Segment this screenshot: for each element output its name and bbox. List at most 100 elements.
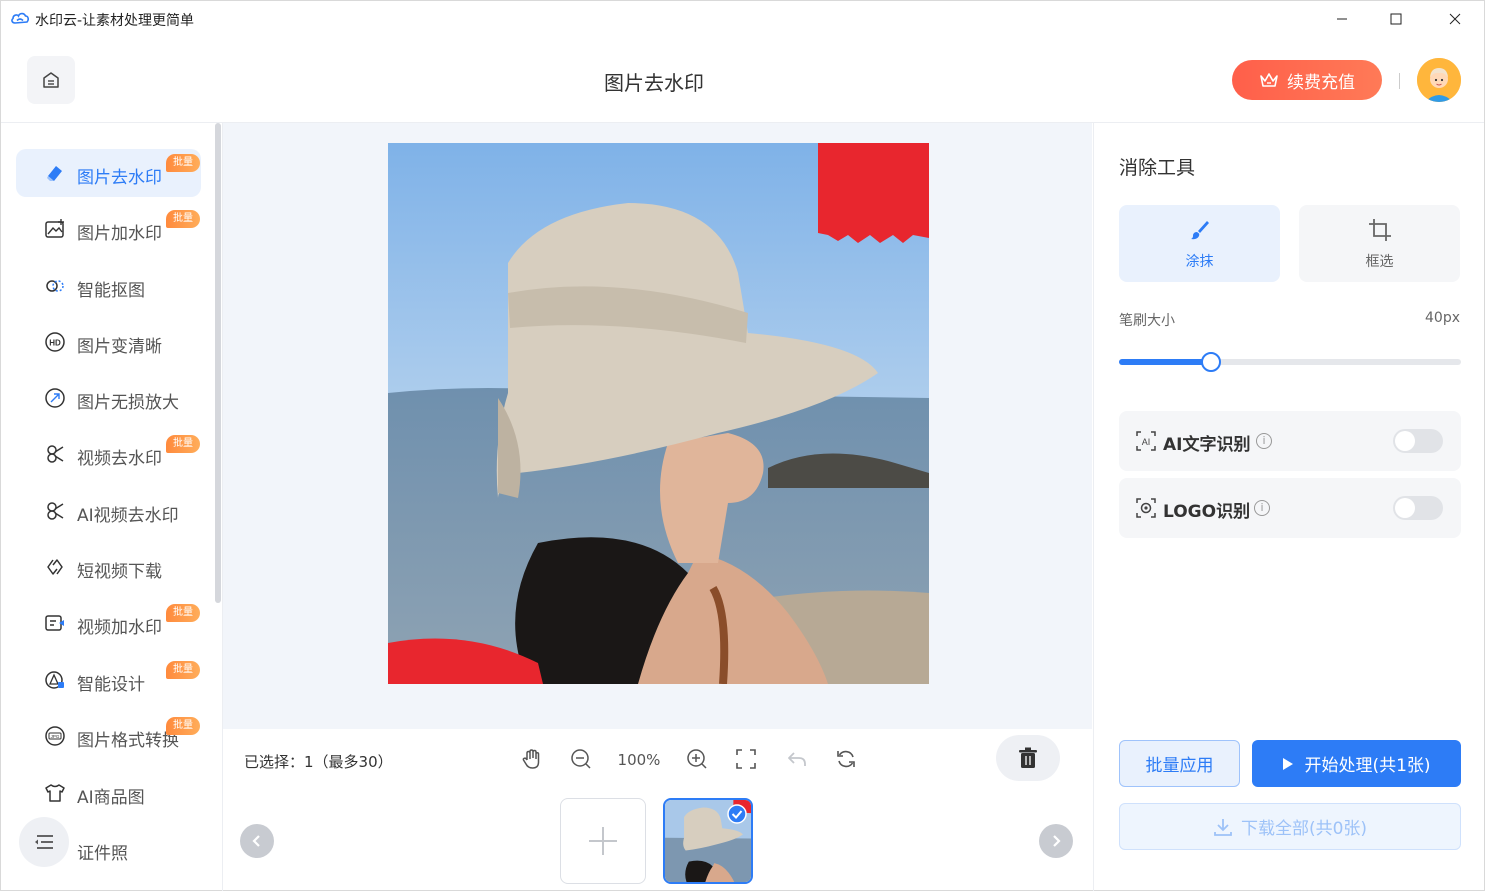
fit-screen-button[interactable] (732, 745, 760, 773)
logo-recognition-toggle[interactable] (1393, 496, 1443, 520)
brush-size-label: 笔刷大小 (1119, 313, 1175, 329)
slider-fill (1119, 359, 1212, 365)
tool-panel: 消除工具 涂抹 框选 笔刷大小 40px AI AI文字识别 i LOGO识别 … (1093, 123, 1484, 891)
play-icon (1283, 757, 1294, 770)
menu-collapse-icon (35, 835, 53, 849)
sidebar-item-label: AI商品图 (77, 788, 145, 808)
hd-icon: HD (44, 331, 66, 353)
download-all-button[interactable]: 下载全部(共0张) (1119, 803, 1461, 850)
user-avatar[interactable] (1417, 58, 1461, 102)
sidebar-item-label: 图片加水印 (77, 224, 162, 244)
jpg-convert-icon: JPG (44, 725, 66, 747)
sidebar-collapse-button[interactable] (19, 817, 69, 867)
sidebar-item-short-video-download[interactable]: 短视频下载 (16, 543, 201, 591)
zoom-out-icon (571, 749, 591, 769)
sidebar-scrollbar[interactable] (215, 123, 221, 603)
refresh-icon (837, 750, 855, 768)
sidebar-item-label: 图片格式转换 (77, 731, 179, 751)
crown-icon (1260, 73, 1278, 87)
video-eraser-icon (44, 443, 66, 465)
sidebar-item-ai-product-image[interactable]: AI商品图 (16, 769, 201, 817)
reset-button[interactable] (832, 745, 860, 773)
batch-badge: 批量 (166, 604, 200, 622)
pan-tool-button[interactable] (518, 745, 546, 773)
sidebar-item-label: AI视频去水印 (77, 506, 179, 526)
sidebar-item-label: 图片无损放大 (77, 393, 179, 413)
sidebar-item-smart-cutout[interactable]: 智能抠图 (16, 262, 201, 310)
prev-image-button[interactable] (240, 824, 274, 858)
enlarge-icon (44, 387, 66, 409)
app-window: 水印云-让素材处理更简单 图片去水印 续费充值 图片去水印 批量 图片加水印 批… (0, 0, 1485, 891)
preview-image[interactable] (388, 143, 929, 684)
chevron-left-icon (252, 835, 260, 847)
zoom-in-button[interactable] (683, 745, 711, 773)
brush-size-slider[interactable] (1119, 352, 1461, 372)
design-icon (44, 669, 66, 691)
sidebar-item-image-format-convert[interactable]: JPG 图片格式转换 批量 (16, 712, 201, 760)
batch-badge: 批量 (166, 661, 200, 679)
undo-button[interactable] (783, 745, 811, 773)
minimize-button[interactable] (1319, 1, 1365, 37)
link-icon (44, 556, 66, 578)
svg-text:JPG: JPG (51, 734, 60, 739)
sidebar-item-smart-design[interactable]: 智能设计 批量 (16, 656, 201, 704)
batch-badge: 批量 (166, 435, 200, 453)
sidebar: 图片去水印 批量 图片加水印 批量 智能抠图 HD 图片变清晰 图片无损放大 视… (1, 123, 223, 891)
mode-smear-button[interactable]: 涂抹 (1119, 205, 1280, 282)
sidebar-item-ai-video-remove-watermark[interactable]: AI视频去水印 (16, 487, 201, 535)
sidebar-item-label: 视频加水印 (77, 618, 162, 638)
sidebar-item-image-enhance[interactable]: HD 图片变清晰 (16, 318, 201, 366)
info-icon[interactable]: i (1256, 433, 1272, 449)
start-process-label: 开始处理(共1张) (1304, 756, 1431, 776)
brush-icon (1187, 217, 1213, 243)
download-all-label: 下载全部(共0张) (1240, 819, 1368, 839)
maximize-button[interactable] (1373, 1, 1419, 37)
minimize-icon (1337, 18, 1347, 20)
batch-badge: 批量 (166, 154, 200, 172)
batch-apply-button[interactable]: 批量应用 (1119, 740, 1240, 787)
sidebar-item-image-add-watermark[interactable]: 图片加水印 批量 (16, 205, 201, 253)
next-image-button[interactable] (1039, 824, 1073, 858)
mode-box-select-button[interactable]: 框选 (1299, 205, 1460, 282)
batch-apply-label: 批量应用 (1145, 756, 1214, 776)
info-icon[interactable]: i (1254, 500, 1270, 516)
start-process-button[interactable]: 开始处理(共1张) (1252, 740, 1461, 787)
close-button[interactable] (1432, 1, 1478, 37)
ai-text-recognition-toggle[interactable] (1393, 429, 1443, 453)
logo-detect-icon (1135, 497, 1157, 519)
zoom-level: 100% (617, 751, 661, 769)
sidebar-item-label: 图片变清晰 (77, 337, 162, 357)
undo-icon (788, 752, 806, 766)
page-title: 图片去水印 (604, 71, 704, 95)
sidebar-item-label: 短视频下载 (77, 562, 162, 582)
ai-text-icon: AI (1135, 430, 1157, 452)
sidebar-item-label: 智能抠图 (77, 281, 145, 301)
sidebar-item-label: 视频去水印 (77, 449, 162, 469)
batch-badge: 批量 (166, 210, 200, 228)
selected-count: 已选择：1（最多30） (244, 753, 393, 771)
image-canvas[interactable] (223, 123, 1092, 729)
sidebar-item-video-remove-watermark[interactable]: 视频去水印 批量 (16, 430, 201, 478)
add-image-button[interactable] (560, 798, 646, 884)
zoom-out-button[interactable] (567, 745, 595, 773)
feature-label: AI文字识别 (1163, 435, 1251, 455)
recharge-button[interactable]: 续费充值 (1232, 60, 1382, 100)
recharge-label: 续费充值 (1287, 72, 1355, 93)
hand-icon (522, 749, 540, 769)
eraser-icon (44, 162, 66, 184)
sidebar-item-lossless-enlarge[interactable]: 图片无损放大 (16, 374, 201, 422)
mode-label: 框选 (1365, 254, 1394, 270)
shirt-icon (44, 782, 66, 804)
sidebar-item-image-remove-watermark[interactable]: 图片去水印 批量 (16, 149, 201, 197)
delete-button[interactable] (996, 735, 1060, 781)
window-title: 水印云-让素材处理更简单 (35, 13, 195, 29)
preview-image-drawing (388, 143, 929, 684)
sidebar-item-video-add-watermark[interactable]: 视频加水印 批量 (16, 599, 201, 647)
slider-knob[interactable] (1201, 352, 1222, 372)
fullscreen-icon (736, 749, 756, 769)
svg-text:AI: AI (1142, 437, 1151, 447)
mode-label: 涂抹 (1185, 254, 1214, 270)
image-thumbnail[interactable] (663, 798, 753, 884)
close-icon (1449, 13, 1461, 25)
chevron-right-icon (1053, 835, 1061, 847)
